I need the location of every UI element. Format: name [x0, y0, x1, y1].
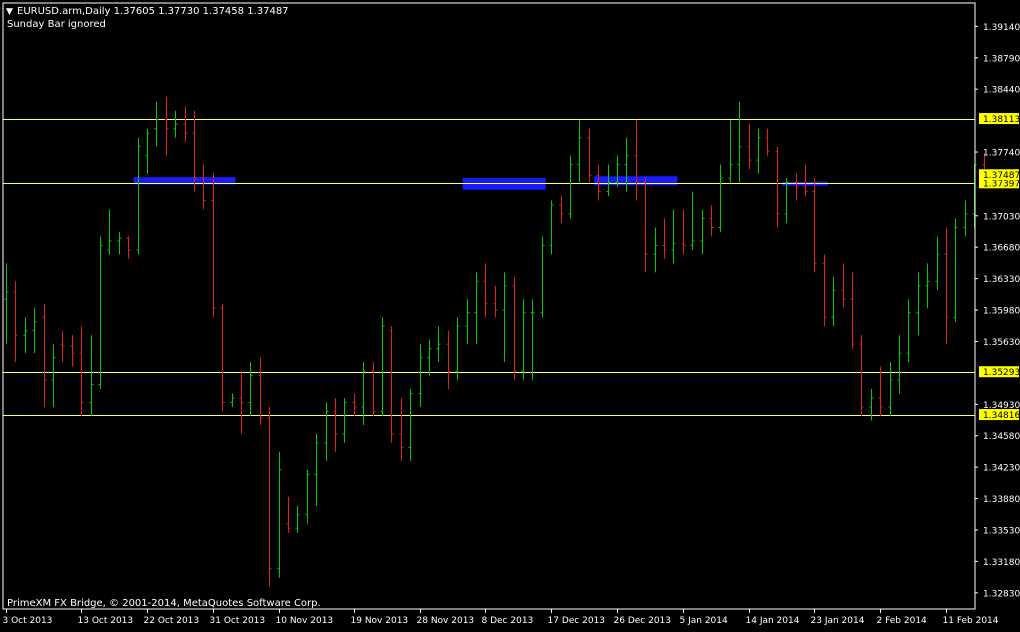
x-tick-label-5: 19 Nov 2013 — [351, 616, 409, 626]
price-label-3: 1.34816 — [983, 411, 1020, 421]
y-tick-label-5: 1.36680 — [983, 244, 1020, 254]
x-tick-label-11: 14 Jan 2014 — [746, 616, 800, 626]
x-tick-label-7: 8 Dec 2013 — [482, 616, 534, 626]
y-tick-label-14: 1.33180 — [983, 558, 1020, 568]
x-tick-label-10: 5 Jan 2014 — [680, 616, 728, 626]
y-tick-label-11: 1.34230 — [983, 464, 1020, 474]
y-tick-label-10: 1.34580 — [983, 432, 1020, 442]
chart-title: EURUSD.arm,Daily 1.37605 1.37730 1.37458… — [17, 6, 289, 17]
x-tick-label-1: 13 Oct 2013 — [78, 616, 134, 626]
y-tick-label-2: 1.38440 — [983, 86, 1020, 96]
x-tick-label-13: 2 Feb 2014 — [877, 616, 928, 626]
x-tick-label-4: 10 Nov 2013 — [276, 616, 334, 626]
y-tick-label-4: 1.37030 — [983, 212, 1020, 222]
y-tick-label-7: 1.35980 — [983, 307, 1020, 317]
y-tick-label-1: 1.38790 — [983, 54, 1020, 64]
dropdown-triangle-icon[interactable]: ▼ — [6, 7, 13, 17]
price-chart[interactable]: 1.39140 1.38790 1.38440 1.37740 1.37030 1.366… — [0, 0, 1020, 628]
y-tick-label-13: 1.33530 — [983, 526, 1020, 536]
y-tick-label-0: 1.39140 — [983, 23, 1020, 33]
x-tick-label-12: 23 Jan 2014 — [811, 616, 865, 626]
y-tick-label-12: 1.33880 — [983, 495, 1020, 505]
chart-note: Sunday Bar ignored — [7, 19, 106, 30]
chart-window[interactable]: 1.39140 1.38790 1.38440 1.37740 1.37030 1.366… — [0, 0, 1020, 628]
x-tick-label-8: 17 Dec 2013 — [548, 616, 606, 626]
y-tick-label-3: 1.37740 — [983, 149, 1020, 159]
copyright-text: PrimeXM FX Bridge, © 2001-2014, MetaQuot… — [7, 598, 321, 609]
x-tick-label-9: 26 Dec 2013 — [614, 616, 672, 626]
price-label-2: 1.35293 — [983, 368, 1020, 378]
x-tick-label-14: 11 Feb 2014 — [943, 616, 999, 626]
x-tick-label-2: 22 Oct 2013 — [144, 616, 200, 626]
price-label-0: 1.38113 — [983, 115, 1020, 125]
x-tick-label-3: 31 Oct 2013 — [210, 616, 266, 626]
y-tick-label-15: 1.32830 — [983, 589, 1020, 599]
price-label-4: 1.37487 — [983, 171, 1020, 181]
x-tick-label-0: 3 Oct 2013 — [3, 616, 53, 626]
y-tick-label-8: 1.35630 — [983, 338, 1020, 348]
y-tick-label-6: 1.36330 — [983, 275, 1020, 285]
chart-background — [0, 0, 1020, 628]
x-tick-label-6: 28 Nov 2013 — [417, 616, 475, 626]
